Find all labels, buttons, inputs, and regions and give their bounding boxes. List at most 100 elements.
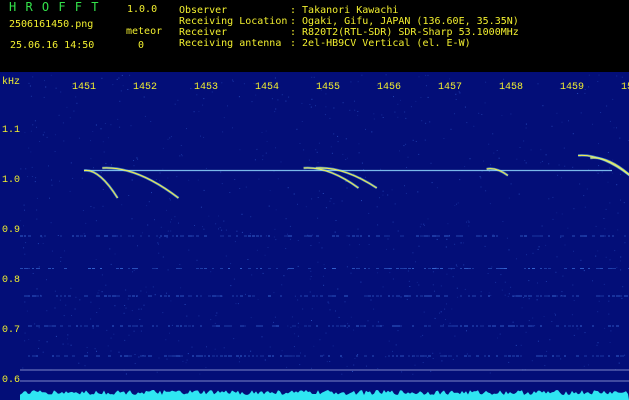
noise-speck: [145, 291, 147, 293]
noise-speck: [542, 105, 544, 107]
noise-speck: [459, 179, 461, 181]
noise-speck: [127, 89, 129, 90]
interference-dash: [232, 295, 234, 297]
noise-speck: [128, 195, 130, 196]
noise-speck: [170, 136, 172, 138]
noise-speck: [283, 275, 285, 277]
interference-dash: [444, 295, 448, 297]
noise-speck: [325, 332, 327, 334]
noise-speck: [609, 120, 611, 122]
interference-dash: [436, 235, 440, 237]
interference-dash: [348, 235, 350, 237]
noise-speck: [608, 313, 610, 315]
noise-speck: [434, 317, 436, 319]
noise-speck: [79, 299, 81, 301]
noise-speck: [334, 231, 336, 233]
noise-speck: [287, 187, 289, 189]
noise-speck: [333, 203, 335, 205]
noise-speck: [93, 167, 94, 169]
interference-dash: [200, 355, 203, 357]
noise-speck: [130, 125, 132, 127]
noise-speck: [436, 238, 438, 240]
interference-dash: [236, 355, 239, 357]
noise-speck: [237, 303, 239, 305]
noise-speck: [407, 156, 409, 158]
interference-dash: [256, 325, 260, 327]
noise-speck: [281, 284, 283, 286]
noise-speck: [466, 221, 467, 223]
noise-speck: [169, 198, 171, 200]
interference-dash: [176, 235, 178, 237]
interference-dash: [248, 235, 251, 237]
noise-speck: [598, 300, 600, 302]
noise-speck: [592, 123, 593, 125]
noise-speck: [368, 212, 370, 214]
noise-speck: [478, 112, 480, 114]
noise-speck: [235, 303, 237, 305]
interference-dash: [448, 235, 450, 237]
noise-speck: [186, 359, 188, 361]
interference-dash: [196, 235, 199, 237]
noise-speck: [24, 132, 26, 134]
noise-speck: [335, 310, 336, 312]
noise-speck: [301, 121, 303, 122]
noise-speck: [454, 205, 456, 206]
interference-dash: [196, 268, 199, 269]
interference-dash: [400, 355, 404, 357]
noise-speck: [265, 152, 267, 154]
noise-speck: [46, 279, 47, 281]
noise-speck: [125, 289, 127, 291]
noise-speck: [350, 316, 352, 318]
noise-speck: [174, 216, 176, 218]
noise-speck: [440, 285, 442, 287]
interference-dash: [488, 295, 490, 297]
interference-dash: [72, 355, 75, 357]
interference-dash: [252, 295, 255, 297]
interference-dash: [120, 268, 123, 269]
interference-dash: [616, 355, 619, 357]
noise-speck: [46, 310, 48, 312]
interference-dash: [28, 268, 30, 269]
noise-speck: [501, 289, 503, 291]
noise-speck: [119, 100, 121, 102]
noise-speck: [452, 358, 454, 360]
noise-speck: [67, 338, 68, 340]
noise-speck: [266, 141, 268, 142]
interference-dash: [220, 295, 222, 297]
noise-speck: [113, 333, 115, 335]
interference-dash: [164, 355, 167, 357]
interference-dash: [220, 235, 224, 237]
noise-speck: [202, 226, 203, 228]
noise-speck: [133, 269, 135, 271]
interference-dash: [532, 325, 534, 327]
interference-dash: [404, 295, 408, 297]
interference-dash: [572, 268, 575, 269]
interference-dash: [612, 295, 615, 297]
noise-speck: [232, 127, 233, 129]
interference-dash: [388, 355, 390, 357]
noise-speck: [412, 252, 414, 254]
noise-speck: [185, 362, 187, 364]
noise-speck: [120, 90, 122, 92]
noise-speck: [160, 226, 162, 228]
interference-dash: [388, 235, 390, 237]
interference-dash: [600, 235, 604, 237]
meteor-count: 0: [138, 40, 145, 51]
noise-speck: [506, 237, 508, 239]
noise-speck: [427, 96, 429, 98]
noise-speck: [37, 243, 39, 245]
interference-dash: [488, 355, 490, 357]
noise-speck: [165, 339, 167, 341]
interference-dash: [304, 295, 308, 297]
interference-dash: [300, 295, 302, 297]
interference-dash: [276, 325, 279, 327]
noise-speck: [249, 233, 251, 235]
noise-speck: [532, 317, 534, 319]
interference-dash: [128, 325, 131, 327]
noise-speck: [584, 206, 586, 208]
interference-dash: [60, 295, 62, 297]
interference-dash: [212, 295, 216, 297]
noise-speck: [454, 335, 456, 337]
noise-speck: [618, 362, 620, 364]
noise-speck: [346, 266, 348, 268]
